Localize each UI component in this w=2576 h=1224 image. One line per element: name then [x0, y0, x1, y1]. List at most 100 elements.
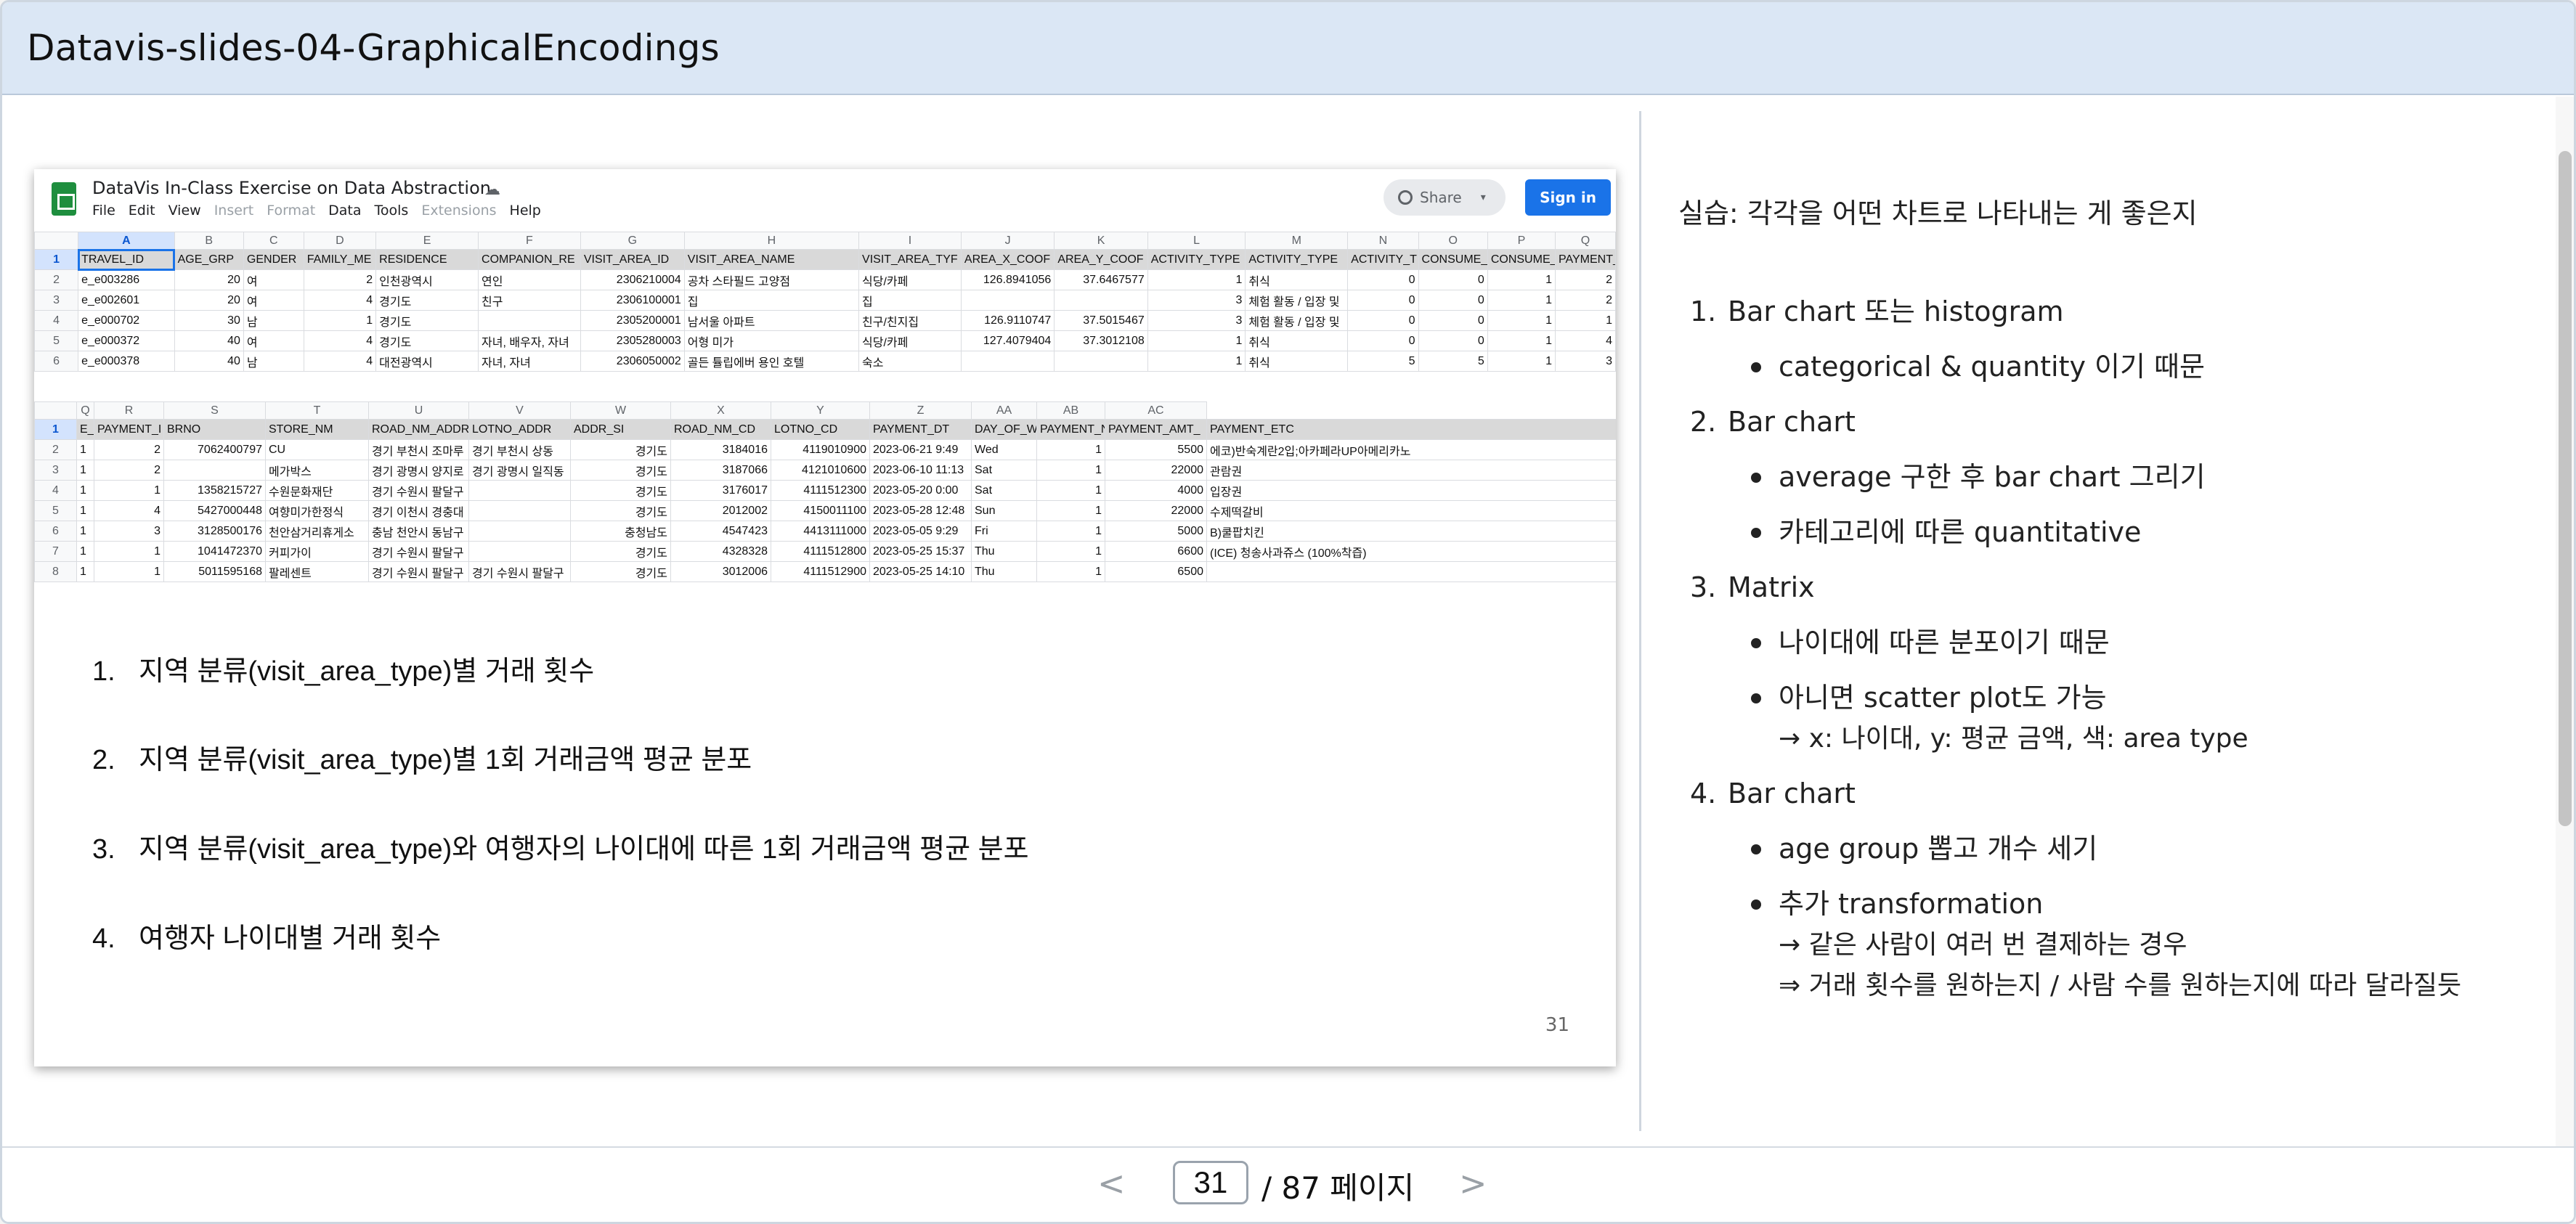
table-cell: 공차 스타필드 고양점 — [683, 269, 860, 290]
notes-bullet: average 구한 후 bar chart 그리기 — [1678, 463, 2535, 491]
table-cell: 친구/친지집 — [858, 310, 962, 331]
table-cell: 1 — [1036, 500, 1105, 521]
table-cell — [960, 351, 1055, 372]
table-row: 2 e_e003286 20 여 2 인천광역시 연인 2306210004 공차 스타필드 고… — [34, 269, 1616, 290]
table-cell: 5427000448 — [163, 500, 266, 521]
column-letter: AB — [1036, 401, 1105, 420]
share-label: Share — [1420, 189, 1462, 206]
spreadsheet-screenshot: DataVis In-Class Exercise on Data Abstra… — [34, 169, 1616, 592]
table-cell: 여향미가한정식 — [265, 500, 369, 521]
next-page-button[interactable]: > — [1459, 1164, 1487, 1203]
table-cell: 경기도 — [570, 480, 671, 501]
notes-bullet: categorical & quantity 이기 때문 — [1678, 353, 2535, 380]
previous-page-button[interactable]: < — [1097, 1164, 1126, 1203]
column-letter-row: Q R S T U V W X Y Z AA AB AC — [34, 401, 1617, 420]
table-cell: 1 — [303, 310, 377, 331]
table-cell: 식당/카페 — [858, 330, 962, 351]
notes-panel: 실습: 각각을 어떤 차트로 나타내는 게 좋은지 1. Bar chart 또는… — [1678, 191, 2535, 1027]
menu-tools: Tools — [374, 203, 409, 219]
row-number: 6 — [34, 521, 77, 542]
table-cell: 2023-05-28 12:48 — [869, 500, 972, 521]
table-cell: 골든 튤립에버 용인 호텔 — [683, 351, 860, 372]
table-cell: 1 — [1487, 290, 1556, 311]
notes-item-1: 1. Bar chart 또는 histogram — [1690, 295, 2064, 327]
table-cell: 4 — [303, 330, 377, 351]
table-cell: 0 — [1418, 310, 1488, 331]
table-cell: 3128500176 — [163, 521, 266, 542]
table-cell: 1 — [94, 561, 164, 582]
table-cell: 경기도 — [375, 330, 479, 351]
table-row: 8 1 1 5011595168 팔레센트 경기 수원시 팔달구 경기 수원시 팔달구 경기도… — [34, 561, 1616, 582]
table-cell: Wed — [971, 439, 1037, 460]
table-cell: 1 — [76, 480, 94, 501]
table-row: 5 1 4 5427000448 여향미가한정식 경기 이천시 경충대 경기도 2012002… — [34, 500, 1616, 521]
column-letter: P — [1487, 232, 1556, 250]
column-letter: R — [94, 401, 164, 420]
header-cell: PAYMENT_I — [94, 419, 164, 440]
table-cell: 4150011100 — [771, 500, 870, 521]
notes-bullet: 아니면 scatter plot도 가능 → x: 나이대, y: 평균 금액, … — [1678, 684, 2535, 752]
table-row: 3 1 2 메가박스 경기 광명시 양지로 경기 광명시 일직동 경기도 3187066 412… — [34, 460, 1616, 481]
globe-icon — [1398, 190, 1413, 205]
table-cell: 1 — [1487, 351, 1556, 372]
row-number: 6 — [34, 351, 79, 372]
header-cell: COMPANION_RE — [478, 249, 581, 270]
column-letter: V — [468, 401, 571, 420]
table-cell: 1 — [1036, 561, 1105, 582]
notes-bullet: 카테고리에 따른 quantitative — [1678, 518, 2535, 546]
table-cell — [163, 460, 266, 481]
spreadsheet-title: DataVis In-Class Exercise on Data Abstra… — [92, 178, 491, 198]
table-cell: 경기도 — [570, 561, 671, 582]
table-cell: 경기도 — [570, 500, 671, 521]
header-row: 1 E_ PAYMENT_I BRNO STORE_NM ROAD_NM_ADDR LOTN… — [34, 419, 1616, 440]
list-item: 1. 지역 분류(visit_area_type)별 거래 횟수 — [92, 656, 595, 687]
page-navigator: < / 87 페이지 > — [2, 1146, 2574, 1222]
row-number: 4 — [34, 310, 79, 331]
table-cell: 천안삼거리휴게소 — [265, 521, 369, 542]
spreadsheet-table-1: A B C D E F G H I J K L M N O P Q 1 TRAVEL_ID AGE_GRP GENDER… — [34, 232, 1616, 372]
table-cell: 경기도 — [570, 439, 671, 460]
table-row: 4 1 1 1358215727 수원문화재단 경기 수원시 팔달구 경기도 3176017 4… — [34, 480, 1616, 501]
scrollbar-thumb[interactable] — [2559, 151, 2572, 826]
header-cell: STORE_NM — [265, 419, 369, 440]
table-cell: 1 — [1036, 480, 1105, 501]
panel-divider[interactable] — [1639, 111, 1641, 1131]
table-cell: 취식 — [1245, 269, 1349, 290]
header-cell: PAYMENT_DT — [869, 419, 972, 440]
table-cell: 1 — [76, 541, 94, 562]
table-cell: 127.4079404 — [960, 330, 1055, 351]
table-cell: Thu — [971, 541, 1037, 562]
table-cell: 37.3012108 — [1054, 330, 1148, 351]
row-number: 5 — [34, 330, 79, 351]
table-cell: 1 — [1036, 541, 1105, 562]
table-cell: 충남 천안시 동남구 — [368, 521, 469, 542]
header-cell: GENDER — [243, 249, 304, 270]
list-item: 4. 여행자 나이대별 거래 횟수 — [92, 923, 442, 954]
table-cell: 충청남도 — [570, 521, 671, 542]
table-cell: 1 — [76, 460, 94, 481]
table-cell: 2023-05-05 9:29 — [869, 521, 972, 542]
row-number: 1 — [34, 249, 79, 270]
table-cell: Sat — [971, 480, 1037, 501]
table-cell: 에코)반숙계란2입;아카페라UP아메리카노 — [1206, 439, 1616, 460]
table-cell: 5000 — [1105, 521, 1207, 542]
table-cell: 1 — [1487, 310, 1556, 331]
row-number: 2 — [34, 269, 79, 290]
table-cell: 연인 — [478, 269, 581, 290]
column-letter: U — [368, 401, 469, 420]
row-number: 5 — [34, 500, 77, 521]
table-cell: 1 — [1036, 521, 1105, 542]
table-cell: 경기 수원시 팔달구 — [368, 561, 469, 582]
menu-view: View — [168, 203, 201, 219]
table-cell: 2 — [1555, 269, 1616, 290]
header-cell: PAYMENT_AMT_ — [1105, 419, 1207, 440]
page-number-input[interactable] — [1173, 1161, 1248, 1204]
column-letter: F — [478, 232, 581, 250]
menu-data: Data — [328, 203, 362, 219]
table-cell: 여 — [243, 330, 304, 351]
table-cell: B)쿨팝치킨 — [1206, 521, 1616, 542]
table-cell: 2 — [1555, 290, 1616, 311]
table-cell — [468, 500, 571, 521]
table-cell: 경기 부천시 조마루 — [368, 439, 469, 460]
table-cell: 메가박스 — [265, 460, 369, 481]
